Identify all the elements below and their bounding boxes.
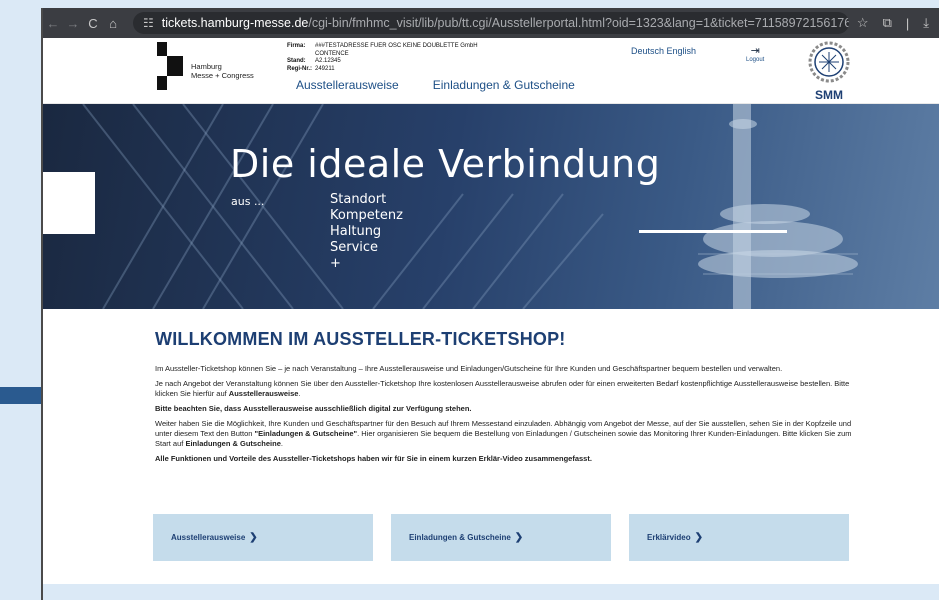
card-label: Einladungen & Gutscheine — [409, 533, 511, 542]
logout-label: Logout — [746, 57, 765, 63]
stand-label: Stand: — [287, 58, 306, 64]
reload-icon[interactable]: C — [83, 16, 103, 31]
hero-word: Service — [330, 240, 379, 255]
toolbar-divider: | — [905, 15, 910, 31]
lang-english[interactable]: English — [667, 46, 697, 56]
intro-paragraph: Im Aussteller-Ticketshop können Sie – je… — [155, 364, 783, 373]
back-icon[interactable]: ← — [43, 16, 63, 31]
logout-button[interactable]: ⇥ Logout — [746, 44, 764, 63]
smm-label: SMM — [815, 88, 843, 102]
ausweise-paragraph: Je nach Angebot der Veranstaltung können… — [155, 379, 850, 398]
logo-text: Hamburg Messe + Congress — [191, 62, 254, 80]
site-header: Hamburg Messe + Congress Firma: ###TESTAD… — [43, 38, 939, 104]
regi-value: 249211 — [315, 65, 335, 72]
smm-logo[interactable]: SMM — [803, 40, 855, 102]
video-notice: Alle Funktionen und Vorteile des Ausstel… — [155, 454, 592, 463]
nav-ausstellerausweise[interactable]: Ausstellerausweise — [296, 78, 399, 92]
decorative-block-left — [0, 387, 44, 404]
einladungen-gutscheine-button[interactable]: Einladungen & Gutscheine ❯ — [391, 514, 611, 561]
hero-accent-bar — [639, 230, 787, 233]
home-icon[interactable]: ⌂ — [103, 16, 123, 31]
hero-word: Kompetenz — [330, 208, 403, 223]
hero-banner: Die ideale Verbindung aus ... Standort K… — [43, 104, 939, 309]
browser-toolbar: ← → C ⌂ ☷ tickets.hamburg-messe.de/cgi-b… — [43, 8, 939, 38]
hero-background-image — [82, 104, 858, 309]
language-switch: Deutsch English — [631, 46, 696, 56]
nav-einladungen-gutscheine[interactable]: Einladungen & Gutscheine — [433, 78, 575, 92]
main-nav: Ausstellerausweise Einladungen & Gutsche… — [296, 78, 575, 92]
tune-icon[interactable]: ☷ — [143, 16, 154, 30]
hero-headline: Die ideale Verbindung — [230, 142, 661, 186]
smm-compass-icon — [808, 41, 850, 83]
regi-label: Regi-Nr.: — [287, 65, 313, 72]
exhibitor-info: Firma: ###TESTADRESSE FUER OSC KEINE DOUB… — [287, 43, 478, 73]
extensions-icon[interactable]: ⧉ — [883, 15, 892, 31]
browser-window: ← → C ⌂ ☷ tickets.hamburg-messe.de/cgi-b… — [41, 8, 939, 600]
page-title: WILLKOMMEN IM AUSSTELLER-TICKETSHOP! — [155, 329, 566, 349]
erklaervideo-button[interactable]: Erklärvideo ❯ — [629, 514, 849, 561]
inline-link-ausstellerausweise: Ausstellerausweise — [228, 389, 299, 398]
address-bar[interactable]: ☷ tickets.hamburg-messe.de/cgi-bin/fmhmc… — [133, 12, 849, 34]
stand-value: A2.12345 — [315, 58, 341, 64]
hero-word: + — [330, 256, 341, 271]
download-icon[interactable]: ⤓ — [923, 15, 929, 31]
card-label: Ausstellerausweise — [171, 533, 246, 542]
invitations-paragraph: Weiter haben Sie die Möglichkeit, Ihre K… — [155, 419, 852, 448]
chevron-right-icon: ❯ — [694, 532, 703, 543]
footer-band — [43, 584, 939, 600]
firm-value-2: CONTENCE — [315, 50, 349, 57]
chevron-right-icon: ❯ — [514, 532, 524, 543]
hero-word: Standort — [330, 192, 387, 207]
hero-words: Standort Kompetenz Haltung Service + — [330, 192, 403, 272]
welcome-content: WILLKOMMEN IM AUSSTELLER-TICKETSHOP! Im … — [155, 329, 855, 469]
lang-deutsch[interactable]: Deutsch — [631, 46, 664, 56]
hero-prefix: aus ... — [231, 195, 265, 208]
forward-icon[interactable]: → — [63, 16, 83, 31]
ausstellerausweise-button[interactable]: Ausstellerausweise ❯ — [153, 514, 373, 561]
url-host: tickets.hamburg-messe.de — [161, 16, 309, 30]
hamburg-messe-logo[interactable]: Hamburg Messe + Congress — [157, 42, 267, 94]
chevron-right-icon: ❯ — [249, 532, 258, 543]
logout-icon: ⇥ — [750, 45, 760, 57]
action-cards: Ausstellerausweise ❯ Einladungen & Gutsc… — [153, 514, 849, 561]
bookmark-star-icon[interactable]: ☆ — [857, 15, 869, 31]
digital-notice: Bitte beachten Sie, dass Ausstellerauswe… — [155, 404, 472, 413]
hero-white-block — [43, 172, 95, 234]
card-label: Erklärvideo — [647, 533, 691, 542]
firm-label: Firma: — [287, 43, 306, 49]
url-path: /cgi-bin/fmhmc_visit/lib/pub/tt.cgi/Auss… — [308, 16, 849, 30]
firm-value: ###TESTADRESSE FUER OSC KEINE DOUBLETTE … — [315, 43, 478, 49]
hero-word: Haltung — [330, 224, 382, 239]
